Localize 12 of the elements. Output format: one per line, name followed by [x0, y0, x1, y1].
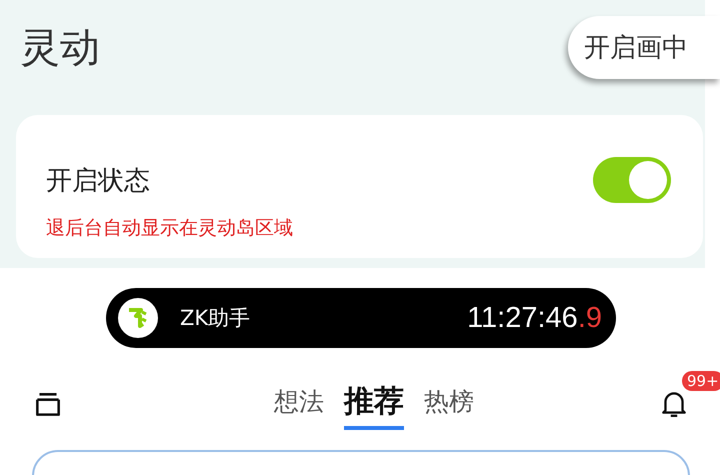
app-name: ZK助手: [180, 305, 250, 332]
picture-in-picture-button[interactable]: 开启画中: [568, 16, 720, 79]
tab[interactable]: 推荐: [344, 380, 404, 430]
timer-text: 11:27:46.9: [467, 302, 602, 334]
page-title: 灵动: [20, 24, 100, 73]
notification-badge: 99+: [682, 371, 720, 391]
tab[interactable]: 热榜: [424, 380, 474, 430]
toggle-switch[interactable]: [593, 157, 671, 203]
setting-label: 开启状态: [46, 164, 150, 198]
tab[interactable]: 想法: [274, 380, 324, 430]
setting-description: 退后台自动显示在灵动岛区域: [46, 216, 294, 241]
app-logo-icon: [118, 298, 158, 338]
